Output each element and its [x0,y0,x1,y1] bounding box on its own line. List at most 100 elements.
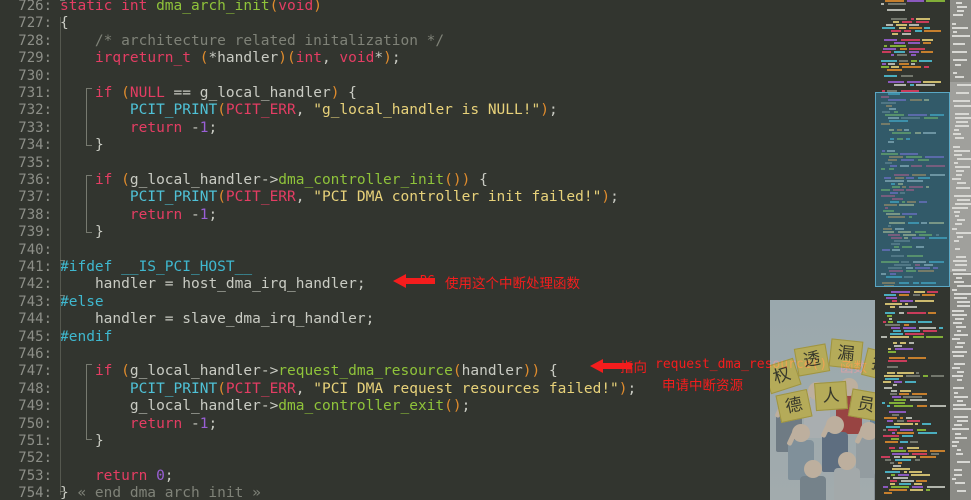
minimap-code-line [895,348,913,350]
line-number: 745 [0,329,52,346]
line-content: #endif [60,328,113,345]
minimap-code-line [910,84,914,86]
scrollbar-outline-mark [955,63,961,66]
scrollbar-thumb[interactable] [950,82,971,272]
fold-guide-ifdef-else [60,295,65,296]
minimap-code-line [893,384,897,386]
annotation-pointer-prefix: 指向 [620,360,647,376]
scrollbar-outline-mark [953,407,971,410]
scrollbar-outline-mark [953,260,967,263]
minimap-code-line [926,336,943,338]
minimap-code-line [899,306,917,308]
fold-guide-function-top [60,0,65,1]
line-content: PCIT_PRINT(PCIT_ERR, "PCI DMA controller… [129,189,619,206]
minimap-code-line [903,327,916,329]
minimap-code-line [898,474,909,476]
line-content: PCIT_PRINT(PCIT_ERR, "PCI DMA request re… [129,380,637,397]
scrollbar-outline-mark [954,469,962,472]
scrollbar-outline-mark [955,166,970,168]
minimap-code-line [902,456,916,458]
minimap[interactable] [875,0,950,500]
editor-pane[interactable]: 726 static int dma_arch_init(void) 727 {728… [0,0,875,500]
line-number: 751 [0,433,52,450]
minimap-code-line [900,48,907,50]
scrollbar-outline-mark [954,424,962,427]
minimap-code-line [893,342,897,344]
line-content: return -1; [129,119,218,136]
minimap-code-line [909,27,922,29]
minimap-code-line [892,468,910,470]
line-number: 739 [0,224,52,241]
scrollbar-outline-mark [952,51,967,54]
line-content: irqreturn_t (*handler)(int, void*); [94,50,401,67]
fold-guide-if-747-bottom [86,439,92,440]
minimap-code-line [916,372,919,374]
minimap-code-line [882,27,895,29]
minimap-code-line [891,327,900,329]
minimap-code-line [906,417,912,419]
scrollbar-outline-mark [957,461,970,464]
minimap-code-line [890,336,909,338]
minimap-code-line [899,294,909,296]
minimap-code-line [881,3,884,5]
scrollbar-outline-mark [954,149,970,152]
minimap-code-line [913,294,920,296]
vertical-scrollbar[interactable] [950,0,971,500]
line-number: 738 [0,207,52,224]
minimap-code-line [916,84,935,86]
scrollbar-outline-mark [953,30,957,33]
minimap-code-line [890,462,894,464]
minimap-code-line [883,381,891,383]
fold-guide-if-736-bottom [86,232,92,233]
minimap-code-line [900,429,913,431]
minimap-code-line [899,312,904,314]
minimap-code-line [909,471,922,473]
scrollbar-outline-mark [957,84,971,86]
line-content: /* architecture related initalization */ [60,32,445,49]
minimap-code-line [899,63,909,65]
line-number: 731 [0,85,52,102]
minimap-code-line [883,321,886,323]
minimap-code-line [899,393,909,395]
scrollbar-outline-mark [957,399,963,402]
scrollbar-outline-mark [954,194,971,197]
minimap-code-line [897,420,904,422]
line-number: 744 [0,311,52,328]
minimap-viewport[interactable] [875,92,950,287]
minimap-code-line [907,0,924,2]
minimap-code-line [884,375,903,377]
scrollbar-outline-mark [955,346,963,349]
minimap-code-line [881,456,890,458]
minimap-code-line [892,396,901,398]
scrollbar-outline-mark [957,198,970,201]
line-number: 748 [0,381,52,398]
minimap-code-line [902,33,911,35]
scrollbar-outline-mark [952,366,960,369]
minimap-code-line [904,471,907,473]
scrollbar-outline-mark [953,59,967,62]
minimap-code-line [884,75,897,77]
line-number: 726 [0,0,52,15]
scrollbar-outline-mark [955,125,969,127]
minimap-code-line [890,480,897,482]
minimap-code-line [897,372,914,374]
scrollbar-outline-mark [955,264,967,267]
minimap-code-line [906,375,920,377]
line-number: 733 [0,120,52,137]
minimap-code-line [888,348,891,350]
scrollbar-outline-mark [955,432,961,435]
minimap-code-line [884,492,892,494]
minimap-code-line [922,423,931,425]
minimap-code-line [886,426,900,428]
minimap-code-line [888,321,893,323]
minimap-code-line [887,69,902,71]
annotation-rc-text: 使用这个中断处理函数 [445,276,580,292]
scrollbar-outline-mark [956,256,966,259]
minimap-code-line [908,42,920,44]
scrollbar-outline-mark [953,387,964,390]
scrollbar-outline-mark [954,395,968,398]
minimap-code-line [907,447,919,449]
scrollbar-outline-mark [952,289,957,291]
scrollbar-outline-mark [952,268,966,271]
scrollbar-outline-mark [957,157,971,160]
